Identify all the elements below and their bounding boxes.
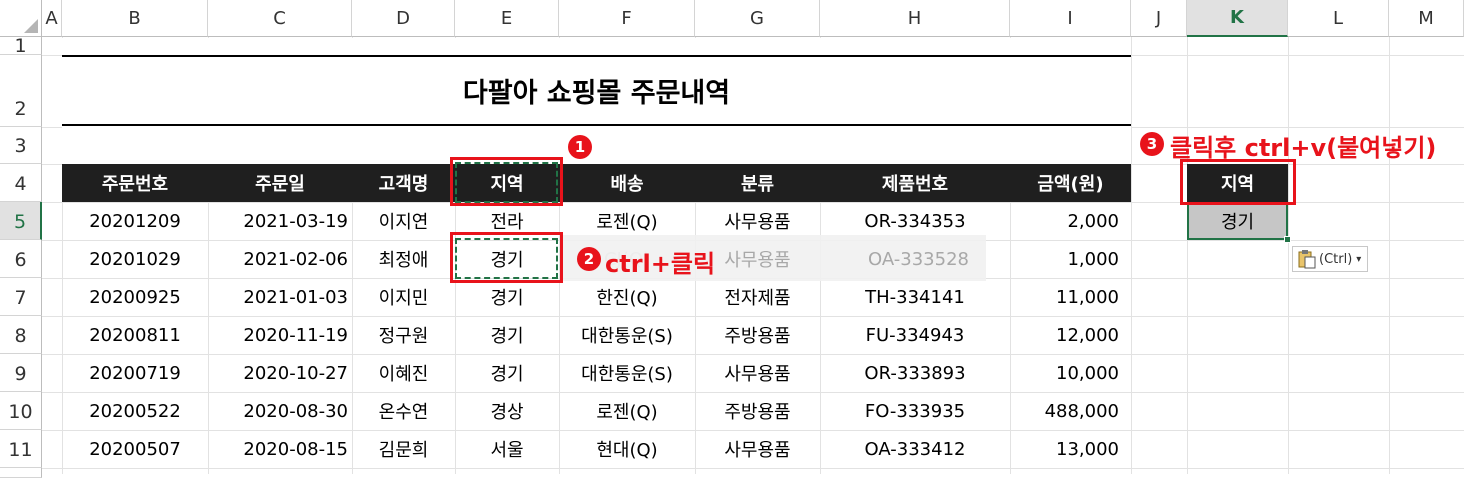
col-header-I[interactable]: I <box>1010 0 1131 37</box>
row-header-10[interactable]: 10 <box>0 392 42 430</box>
cell-category[interactable]: 사무용품 <box>695 354 820 392</box>
pasted-value-k5[interactable]: 경기 <box>1187 202 1288 240</box>
step3-badge: 3 <box>1140 132 1164 156</box>
cell-customer[interactable]: 이혜진 <box>352 354 455 392</box>
row-header-5[interactable]: 5 <box>0 202 42 240</box>
col-header-F[interactable]: F <box>559 0 695 37</box>
cell-product-no[interactable]: FU-334943 <box>820 316 1010 354</box>
header-product-no[interactable]: 제품번호 <box>820 164 1010 202</box>
cell-order-no[interactable]: 20200811 <box>62 316 208 354</box>
cell-region[interactable]: 서울 <box>455 430 559 468</box>
cell-order-no[interactable]: 20200522 <box>62 392 208 430</box>
row-header-9[interactable]: 9 <box>0 354 42 392</box>
cell-order-date[interactable]: 2020-08-30 <box>208 392 352 430</box>
cell-order-no[interactable]: 20200719 <box>62 354 208 392</box>
cell-shipping[interactable]: 한진(Q) <box>559 278 695 316</box>
cell-category[interactable]: 전자제품 <box>695 278 820 316</box>
cell-order-no[interactable]: 20200507 <box>62 430 208 468</box>
row-header-1[interactable]: 1 <box>0 35 42 57</box>
cell-product-no[interactable]: OR-333893 <box>820 354 1010 392</box>
fill-handle[interactable] <box>1284 236 1291 243</box>
col-header-D[interactable]: D <box>352 0 455 37</box>
cell-customer[interactable]: 최정애 <box>352 240 455 278</box>
cell-amount[interactable]: 10,000 <box>1010 354 1131 392</box>
cell-customer[interactable]: 이지민 <box>352 278 455 316</box>
cell-product-no[interactable]: OA-333412 <box>820 430 1010 468</box>
cell-order-date[interactable]: 2021-02-06 <box>208 240 352 278</box>
step2-badge: 2 <box>577 247 601 271</box>
cell-order-date[interactable]: 2020-10-27 <box>208 354 352 392</box>
cell-amount[interactable]: 2,000 <box>1010 202 1131 240</box>
cell-shipping[interactable]: 로젠(Q) <box>559 392 695 430</box>
cell-amount[interactable]: 11,000 <box>1010 278 1131 316</box>
row-header-11[interactable]: 11 <box>0 430 42 468</box>
highlight-box-step2 <box>450 232 563 283</box>
highlight-box-step3 <box>1180 159 1296 205</box>
header-category[interactable]: 분류 <box>695 164 820 202</box>
row-header-7[interactable]: 7 <box>0 278 42 316</box>
cell-amount[interactable]: 13,000 <box>1010 430 1131 468</box>
cell-customer[interactable]: 이지연 <box>352 202 455 240</box>
cell-shipping[interactable]: 현대(Q) <box>559 430 695 468</box>
cell-customer[interactable]: 김문희 <box>352 430 455 468</box>
col-header-A[interactable]: A <box>42 0 62 37</box>
cell-order-date[interactable]: 2021-03-19 <box>208 202 352 240</box>
step2-label: ctrl+클릭 <box>605 250 716 278</box>
paste-options-button[interactable]: (Ctrl) ▾ <box>1292 246 1368 272</box>
title-bottom-border <box>62 124 1131 126</box>
cell-order-date[interactable]: 2021-01-03 <box>208 278 352 316</box>
paste-options-label: (Ctrl) <box>1319 251 1353 267</box>
highlight-box-step1 <box>450 157 563 206</box>
cell-customer[interactable]: 온수연 <box>352 392 455 430</box>
cell-shipping[interactable]: 대한통운(S) <box>559 316 695 354</box>
dropdown-arrow-icon: ▾ <box>1356 253 1362 265</box>
clipboard-icon <box>1298 250 1316 269</box>
cell-product-no[interactable]: FO-333935 <box>820 392 1010 430</box>
step1-badge: 1 <box>568 135 592 159</box>
header-order-date[interactable]: 주문일 <box>208 164 352 202</box>
cell-shipping[interactable]: 대한통운(S) <box>559 354 695 392</box>
cell-category[interactable]: 주방용품 <box>695 316 820 354</box>
cell-region[interactable]: 경기 <box>455 278 559 316</box>
header-customer[interactable]: 고객명 <box>352 164 455 202</box>
cell-order-no[interactable]: 20200925 <box>62 278 208 316</box>
col-header-M[interactable]: M <box>1389 0 1464 37</box>
step3-label: 클릭후 ctrl+v(붙여넣기) <box>1170 134 1437 162</box>
col-header-L[interactable]: L <box>1288 0 1389 37</box>
cell-H6-faded[interactable]: OA-333528 <box>820 240 986 278</box>
cell-amount[interactable]: 12,000 <box>1010 316 1131 354</box>
select-all-corner[interactable] <box>0 0 42 37</box>
col-header-G[interactable]: G <box>695 0 820 37</box>
col-header-H[interactable]: H <box>820 0 1010 37</box>
row-header-3[interactable]: 3 <box>0 127 42 164</box>
cell-product-no[interactable]: TH-334141 <box>820 278 1010 316</box>
header-amount[interactable]: 금액(원) <box>1010 164 1131 202</box>
cell-order-no[interactable]: 20201029 <box>62 240 208 278</box>
row-header-12[interactable] <box>0 468 42 478</box>
col-header-B[interactable]: B <box>62 0 208 37</box>
col-header-J[interactable]: J <box>1131 0 1187 37</box>
col-header-C[interactable]: C <box>208 0 352 37</box>
header-order-no[interactable]: 주문번호 <box>62 164 208 202</box>
cell-region[interactable]: 경기 <box>455 316 559 354</box>
cell-amount[interactable]: 488,000 <box>1010 392 1131 430</box>
cell-order-no[interactable]: 20201209 <box>62 202 208 240</box>
row-header-8[interactable]: 8 <box>0 316 42 354</box>
header-shipping[interactable]: 배송 <box>559 164 695 202</box>
cell-category[interactable]: 주방용품 <box>695 392 820 430</box>
row-header-4[interactable]: 4 <box>0 164 42 202</box>
row-header-6[interactable]: 6 <box>0 240 42 278</box>
cell-order-date[interactable]: 2020-11-19 <box>208 316 352 354</box>
sheet-title: 다팔아 쇼핑몰 주문내역 <box>462 78 731 109</box>
row-header-2[interactable]: 2 <box>0 55 42 127</box>
cell-customer[interactable]: 정구원 <box>352 316 455 354</box>
cell-region[interactable]: 경상 <box>455 392 559 430</box>
col-header-E[interactable]: E <box>455 0 559 37</box>
cell-amount[interactable]: 1,000 <box>1010 240 1131 278</box>
col-header-K[interactable]: K <box>1187 0 1288 37</box>
cell-category[interactable]: 사무용품 <box>695 430 820 468</box>
cell-region[interactable]: 경기 <box>455 354 559 392</box>
cell-order-date[interactable]: 2020-08-15 <box>208 430 352 468</box>
